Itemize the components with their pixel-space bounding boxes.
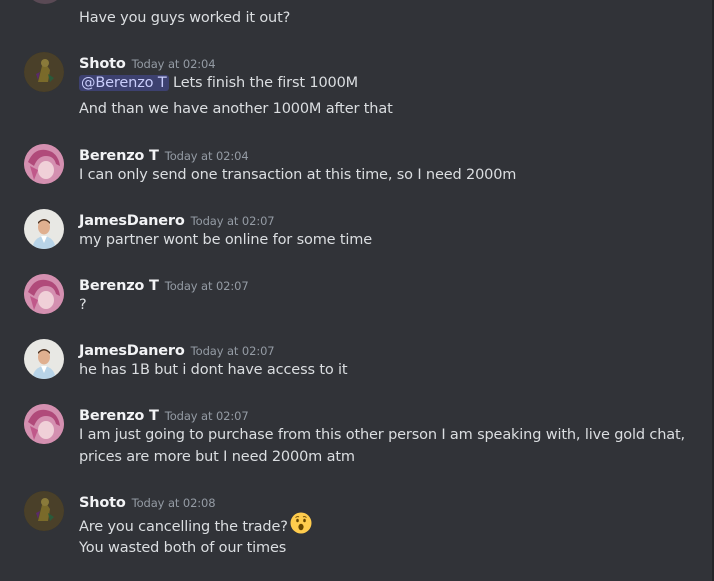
avatar-shoto[interactable] (24, 491, 64, 531)
timestamp: Today at 02:04 (131, 57, 216, 71)
avatar-jamesdanero[interactable] (24, 209, 64, 249)
message-header: JamesDanero Today at 02:07 (79, 210, 275, 230)
message-text: prices are more but I need 2000m atm (79, 449, 355, 465)
timestamp: Today at 02:07 (190, 344, 275, 358)
message-text: I am just going to purchase from this ot… (79, 427, 685, 443)
avatar-berenzo[interactable] (24, 144, 64, 184)
username[interactable]: Berenzo T (79, 148, 159, 164)
message-header: Berenzo T Today at 02:07 (79, 405, 249, 425)
timestamp: Today at 02:04 (164, 149, 249, 163)
timestamp: Today at 02:08 (131, 496, 216, 510)
avatar-jamesdanero[interactable] (24, 339, 64, 379)
message-text: he has 1B but i dont have access to it (79, 362, 348, 378)
message-header: Shoto Today at 02:08 (79, 492, 216, 512)
username[interactable]: JamesDanero (79, 213, 185, 229)
message-header: Shoto Today at 02:04 (79, 53, 216, 73)
message-text: my partner wont be online for some time (79, 232, 373, 248)
message-header: Berenzo T Today at 02:04 (79, 145, 249, 165)
username[interactable]: JamesDanero (79, 343, 185, 359)
avatar-berenzo[interactable] (24, 274, 64, 314)
message-text: You wasted both of our times (79, 540, 287, 556)
timestamp: Today at 02:07 (164, 279, 249, 293)
message-text-rest: Lets finish the first 1000M (168, 75, 359, 91)
message-text: I can only send one transaction at this … (79, 167, 517, 183)
username[interactable]: Berenzo T (79, 278, 159, 294)
message-text: Are you cancelling the trade? (79, 512, 312, 540)
chat-message-list[interactable]: Have you guys worked it out? Shoto Today … (0, 0, 714, 581)
username[interactable]: Berenzo T (79, 408, 159, 424)
avatar-berenzo[interactable] (24, 404, 64, 444)
message-text: Have you guys worked it out? (79, 10, 291, 26)
avatar-shoto[interactable] (24, 52, 64, 92)
username[interactable]: Shoto (79, 495, 126, 511)
username[interactable]: Shoto (79, 56, 126, 72)
message-header: Berenzo T Today at 02:07 (79, 275, 249, 295)
message-text: @Berenzo T Lets finish the first 1000M (79, 75, 358, 91)
message-text: And than we have another 1000M after tha… (79, 101, 393, 117)
avatar[interactable] (25, 0, 65, 4)
timestamp: Today at 02:07 (190, 214, 275, 228)
user-mention[interactable]: @Berenzo T (79, 75, 169, 91)
message-text-content: Are you cancelling the trade? (79, 519, 288, 535)
hushed-face-emoji-icon[interactable] (290, 512, 312, 538)
message-text: ? (79, 297, 87, 313)
timestamp: Today at 02:07 (164, 409, 249, 423)
message-header: JamesDanero Today at 02:07 (79, 340, 275, 360)
